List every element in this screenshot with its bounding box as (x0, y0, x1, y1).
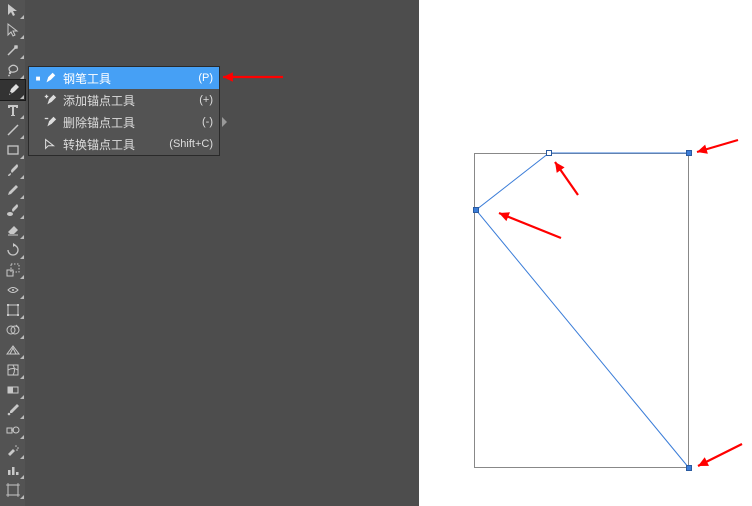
anchor-point-1[interactable] (546, 150, 552, 156)
tools-panel (0, 0, 25, 506)
delete-anchor-icon (41, 115, 59, 129)
add-anchor-icon (41, 93, 59, 107)
paintbrush-tool[interactable] (0, 160, 25, 180)
width-tool[interactable] (0, 280, 25, 300)
eyedropper-tool[interactable] (0, 400, 25, 420)
symbol-sprayer-tool[interactable] (0, 440, 25, 460)
mesh-tool[interactable] (0, 360, 25, 380)
eraser-tool[interactable] (0, 220, 25, 240)
column-graph-tool[interactable] (0, 460, 25, 480)
menu-item-shortcut: (Shift+C) (169, 138, 213, 150)
magic-wand-tool[interactable] (0, 40, 25, 60)
type-tool[interactable] (0, 100, 25, 120)
menu-item-label: 转换锚点工具 (59, 136, 169, 153)
flyout-item-2[interactable]: 删除锚点工具(-) (29, 111, 219, 133)
direct-selection-tool[interactable] (0, 20, 25, 40)
rectangle-tool[interactable] (0, 140, 25, 160)
pencil-tool[interactable] (0, 180, 25, 200)
anchor-point-3[interactable] (686, 465, 692, 471)
scale-tool[interactable] (0, 260, 25, 280)
menu-item-shortcut: (P) (198, 72, 213, 84)
anchor-point-2[interactable] (473, 207, 479, 213)
flyout-item-3[interactable]: 转换锚点工具(Shift+C) (29, 133, 219, 155)
pen-tool-flyout-menu: ■钢笔工具(P)添加锚点工具(+)删除锚点工具(-)转换锚点工具(Shift+C… (28, 66, 220, 156)
menu-item-shortcut: (+) (199, 94, 213, 106)
menu-item-label: 删除锚点工具 (59, 114, 202, 131)
blend-tool[interactable] (0, 420, 25, 440)
free-transform-tool[interactable] (0, 300, 25, 320)
shape-builder-tool[interactable] (0, 320, 25, 340)
pen-tool[interactable] (0, 80, 25, 100)
app-dark-area: ■钢笔工具(P)添加锚点工具(+)删除锚点工具(-)转换锚点工具(Shift+C… (0, 0, 419, 506)
artboard-tool[interactable] (0, 480, 25, 500)
flyout-item-1[interactable]: 添加锚点工具(+) (29, 89, 219, 111)
line-tool[interactable] (0, 120, 25, 140)
artboard[interactable] (474, 153, 689, 468)
convert-anchor-icon (41, 137, 59, 151)
blob-brush-tool[interactable] (0, 200, 25, 220)
lasso-tool[interactable] (0, 60, 25, 80)
flyout-tearoff-arrow-icon[interactable] (222, 117, 227, 127)
rotate-tool[interactable] (0, 240, 25, 260)
pen-icon (41, 71, 59, 85)
menu-item-label: 添加锚点工具 (59, 92, 199, 109)
selection-tool[interactable] (0, 0, 25, 20)
flyout-item-0[interactable]: ■钢笔工具(P) (29, 67, 219, 89)
anchor-point-0[interactable] (686, 150, 692, 156)
menu-item-shortcut: (-) (202, 116, 213, 128)
perspective-grid-tool[interactable] (0, 340, 25, 360)
menu-item-label: 钢笔工具 (59, 70, 198, 87)
gradient-tool[interactable] (0, 380, 25, 400)
